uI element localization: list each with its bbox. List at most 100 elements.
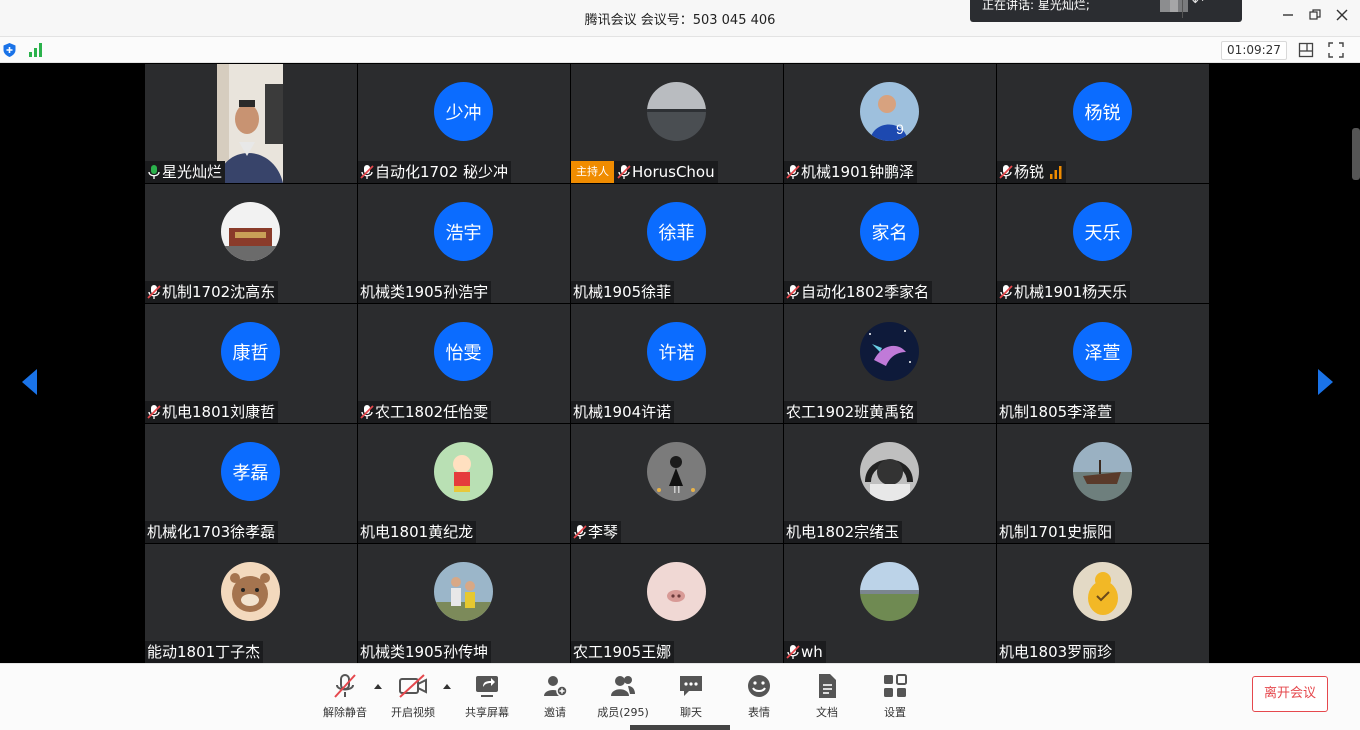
- chat-button[interactable]: 聊天: [667, 670, 715, 726]
- banner-divider: [1182, 0, 1183, 18]
- reactions-label: 表情: [748, 706, 770, 719]
- participant-tile[interactable]: 主持人 HorusChou: [571, 64, 783, 183]
- share-screen-button[interactable]: 共享屏幕: [460, 670, 514, 726]
- participant-avatar: 杨锐: [1073, 82, 1132, 141]
- participant-name-tag: 能动1801丁子杰: [145, 641, 264, 663]
- participant-tile[interactable]: 泽萱机制1805李泽萱: [997, 304, 1209, 423]
- participant-tile[interactable]: 康哲机电1801刘康哲: [145, 304, 357, 423]
- participant-tile[interactable]: 杨锐 杨锐: [997, 64, 1209, 183]
- document-icon: [819, 674, 836, 698]
- mic-muted-icon: [786, 645, 800, 659]
- leave-meeting-button[interactable]: 离开会议: [1252, 676, 1328, 712]
- side-handle[interactable]: [1352, 128, 1360, 180]
- participant-avatar: 家名: [860, 202, 919, 261]
- participant-tile[interactable]: 许诺 机械1904许诺: [571, 304, 783, 423]
- bottom-resize-strip: [630, 725, 730, 730]
- mic-muted-icon: [334, 674, 356, 698]
- participant-tile[interactable]: 机制1702沈高东: [145, 184, 357, 303]
- video-options-caret-icon[interactable]: [443, 684, 451, 689]
- participant-tile[interactable]: 机电1802宗绪玉: [784, 424, 996, 543]
- participant-avatar: 浩宇: [434, 202, 493, 261]
- participant-tile[interactable]: 徐菲 机械1905徐菲: [571, 184, 783, 303]
- speaker-avatar-icon-2: [1170, 0, 1188, 12]
- participant-name: 机电1801黄纪龙: [360, 523, 474, 541]
- fullscreen-icon[interactable]: [1328, 42, 1344, 58]
- participant-name: 机电1801刘康哲: [162, 403, 276, 421]
- mic-muted-icon: [573, 525, 587, 539]
- mic-muted-icon: [147, 285, 161, 299]
- participant-name: 自动化1802季家名: [801, 283, 930, 301]
- layout-switch-icon[interactable]: [1298, 42, 1314, 58]
- share-screen-icon: [476, 676, 498, 697]
- participant-avatar: 泽萱: [1073, 322, 1132, 381]
- title-bar: 腾讯会议 会议号：503 045 406 正在讲话: 星光灿烂; ↶: [0, 0, 1360, 36]
- share-screen-label: 共享屏幕: [465, 706, 509, 719]
- mic-active-icon: [148, 165, 160, 179]
- participant-name: 李琴: [588, 523, 619, 541]
- settings-button[interactable]: 设置: [871, 670, 919, 726]
- participant-tile[interactable]: 机械类1905孙传坤: [358, 544, 570, 663]
- invite-user-icon: [544, 676, 568, 697]
- participant-name-tag: wh: [784, 641, 826, 663]
- host-badge: 主持人: [571, 161, 614, 183]
- participant-tile[interactable]: 机电1803罗丽珍: [997, 544, 1209, 663]
- meeting-window: 腾讯会议 会议号：503 045 406 正在讲话: 星光灿烂; ↶ 01:09…: [0, 0, 1360, 730]
- network-signal-icon[interactable]: [29, 43, 45, 57]
- chat-bubble-icon: [680, 676, 702, 696]
- dragon-art-photo: [860, 322, 919, 381]
- participant-name-tag: 机械1904许诺: [571, 401, 675, 423]
- start-video-button[interactable]: 开启视频: [386, 670, 440, 726]
- participant-tile[interactable]: 星光灿烂: [145, 64, 357, 183]
- participant-tile[interactable]: 能动1801丁子杰: [145, 544, 357, 663]
- participant-name: 机械类1905孙浩宇: [360, 283, 489, 301]
- building-photo: [221, 202, 280, 261]
- participant-name-tag: 机电1801黄纪龙: [358, 521, 477, 543]
- participant-avatar: 康哲: [221, 322, 280, 381]
- audio-options-caret-icon[interactable]: [374, 684, 382, 689]
- participant-tile[interactable]: 农工1905王娜: [571, 544, 783, 663]
- speaking-text: 正在讲话: 星光灿烂;: [982, 0, 1090, 12]
- security-shield-icon[interactable]: [3, 43, 16, 57]
- reply-arrow-icon[interactable]: ↶: [1192, 0, 1204, 9]
- mic-muted-icon: [360, 405, 374, 419]
- settings-grid-icon: [884, 674, 907, 697]
- participant-name: 机制1805李泽萱: [999, 403, 1113, 421]
- participant-tile[interactable]: 农工1902班黄禹铭: [784, 304, 996, 423]
- participant-tile[interactable]: 9 机械1901钟鹏泽: [784, 64, 996, 183]
- meeting-toolbar: 解除静音 开启视频 共享屏幕 邀请 成员(295) 聊天 表情 文档 设置 离开…: [0, 663, 1360, 730]
- participant-name: 能动1801丁子杰: [147, 643, 261, 661]
- participant-name-tag: 机械化1703徐孝磊: [145, 521, 279, 543]
- participant-name-tag: 主持人 HorusChou: [571, 161, 718, 183]
- previous-page-icon[interactable]: [22, 369, 37, 395]
- invite-button[interactable]: 邀请: [530, 670, 580, 726]
- participant-tile[interactable]: 家名自动化1802季家名: [784, 184, 996, 303]
- speaking-banner: 正在讲话: 星光灿烂; ↶: [970, 0, 1242, 22]
- participant-tile[interactable]: 孝磊 机械化1703徐孝磊: [145, 424, 357, 543]
- members-button[interactable]: 成员(295): [593, 670, 653, 726]
- participant-name-tag: 机电1801刘康哲: [145, 401, 279, 423]
- participant-name-tag: 农工1802任怡雯: [358, 401, 492, 423]
- participant-tile[interactable]: 怡雯 农工1802任怡雯: [358, 304, 570, 423]
- docs-button[interactable]: 文档: [803, 670, 851, 726]
- participant-name: 农工1905王娜: [573, 643, 672, 661]
- participant-tile[interactable]: 浩宇机械类1905孙浩宇: [358, 184, 570, 303]
- next-page-icon[interactable]: [1318, 369, 1333, 395]
- close-icon[interactable]: [1331, 6, 1353, 28]
- participant-tile[interactable]: 少冲 自动化1702 秘少冲: [358, 64, 570, 183]
- participant-tile[interactable]: 机制1701史振阳: [997, 424, 1209, 543]
- reactions-button[interactable]: 表情: [735, 670, 783, 726]
- girl-figure-photo: [647, 442, 706, 501]
- restore-icon[interactable]: [1304, 6, 1326, 28]
- unmute-button[interactable]: 解除静音: [318, 670, 372, 726]
- participant-name: 自动化1702 秘少冲: [375, 163, 508, 181]
- participant-tile[interactable]: 李琴: [571, 424, 783, 543]
- participant-name-tag: 农工1905王娜: [571, 641, 675, 663]
- minimize-icon[interactable]: [1277, 6, 1299, 28]
- participant-tile[interactable]: 天乐 机械1901杨天乐: [997, 184, 1209, 303]
- pear-doodle-photo: [1073, 562, 1132, 621]
- participant-name-tag: 李琴: [571, 521, 622, 543]
- participant-tile[interactable]: 机电1801黄纪龙: [358, 424, 570, 543]
- mic-muted-icon: [147, 405, 161, 419]
- participant-tile[interactable]: wh: [784, 544, 996, 663]
- participant-avatar: 天乐: [1073, 202, 1132, 261]
